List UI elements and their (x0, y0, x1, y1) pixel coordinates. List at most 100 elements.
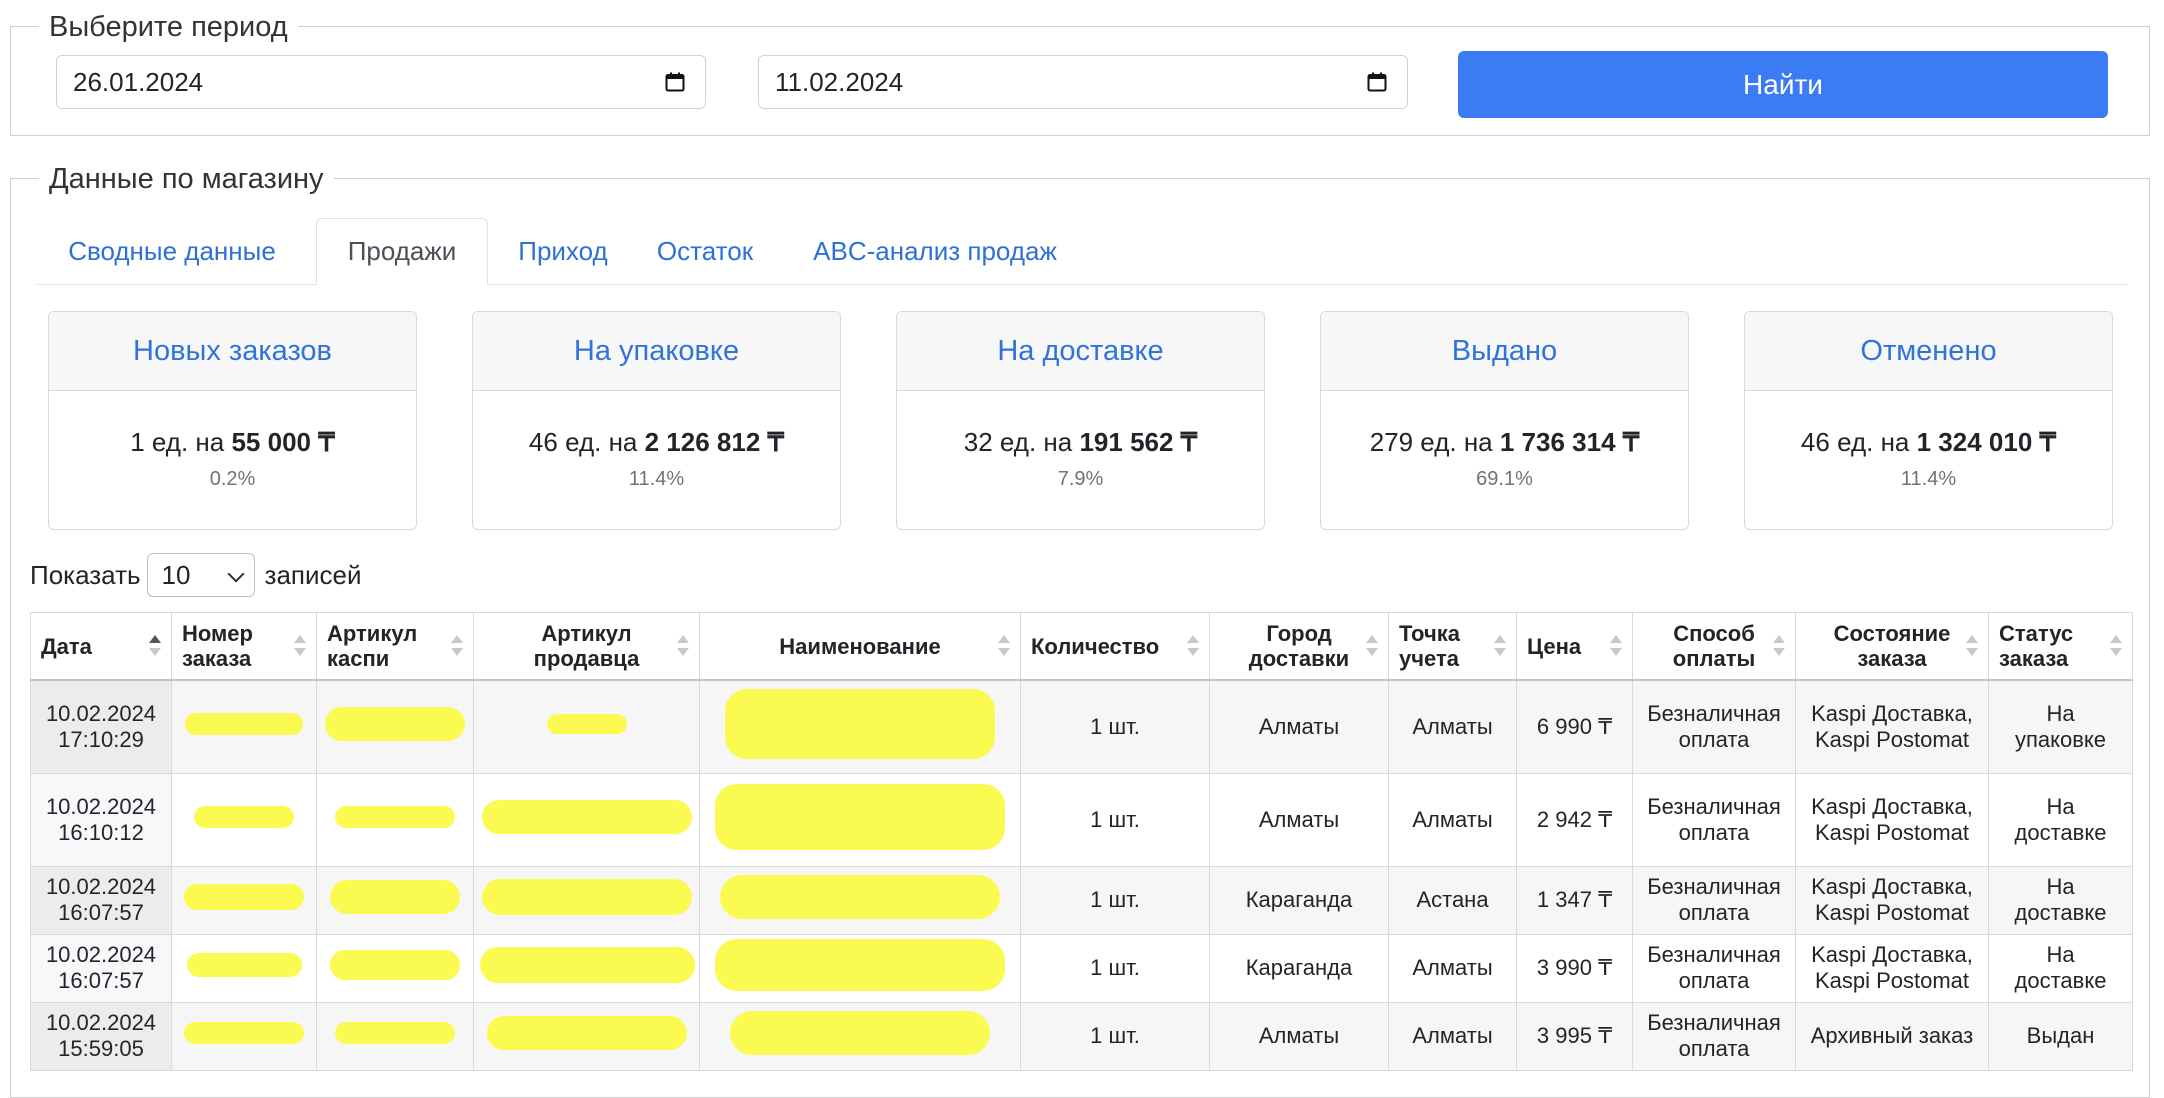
card-qty: 46 ед. на (528, 427, 645, 457)
redacted-mask (720, 875, 1000, 919)
card-amount: 2 126 812 ₸ (644, 427, 785, 457)
date-to-input[interactable]: 11.02.2024 (758, 55, 1408, 109)
redacted-mask (715, 783, 1005, 850)
cell-kaspi-sku (316, 865, 474, 935)
cell-order-number (171, 933, 317, 1003)
tab-abc-analysis[interactable]: ABC-анализ продаж (785, 218, 1085, 284)
card-title: Новых заказов (49, 312, 416, 391)
cell-quantity: 1 шт. (1020, 865, 1210, 935)
cell-delivery-city: Караганда (1209, 865, 1389, 935)
card-title: Отменено (1745, 312, 2112, 391)
redacted-mask (330, 880, 460, 914)
tab-stock[interactable]: Остаток (635, 218, 775, 284)
cell-quantity: 1 шт. (1020, 679, 1210, 774)
col-header-price[interactable]: Цена (1516, 612, 1633, 681)
sort-icon (677, 635, 691, 659)
redacted-mask (335, 1022, 455, 1044)
cell-price: 1 347 ₸ (1516, 865, 1633, 935)
card-amount: 191 562 ₸ (1079, 427, 1198, 457)
col-header-order-status[interactable]: Статус заказа (1988, 612, 2133, 681)
tab-sales[interactable]: Продажи (316, 218, 488, 285)
date-from-input[interactable]: 26.01.2024 (56, 55, 706, 109)
cell-accounting-point: Алматы (1388, 933, 1517, 1003)
cell-date: 10.02.2024 16:07:57 (30, 933, 172, 1003)
cell-seller-sku (473, 772, 700, 867)
cell-order-state: Архивный заказ (1795, 1001, 1989, 1071)
table-row[interactable]: 10.02.2024 17:10:29 1 шт. Алматы Алматы 6… (30, 679, 2133, 774)
redacted-mask (185, 712, 303, 735)
redacted-mask (184, 884, 304, 910)
table-row[interactable]: 10.02.2024 16:07:57 1 шт. Караганда Астан… (30, 865, 2133, 935)
col-header-order-number[interactable]: Номер заказа (171, 612, 317, 681)
cell-seller-sku (473, 1001, 700, 1071)
cell-kaspi-sku (316, 679, 474, 774)
cell-kaspi-sku (316, 933, 474, 1003)
redacted-mask (325, 706, 465, 741)
calendar-icon[interactable] (1367, 72, 1387, 92)
card-qty: 32 ед. на (963, 427, 1080, 457)
table-row[interactable]: 10.02.2024 16:07:57 1 шт. Караганда Алмат… (30, 933, 2133, 1003)
col-header-payment-method[interactable]: Способ оплаты (1632, 612, 1796, 681)
chevron-down-icon (227, 565, 245, 583)
cell-date: 10.02.2024 15:59:05 (30, 1001, 172, 1071)
cell-seller-sku (473, 679, 700, 774)
sort-icon (451, 635, 465, 659)
sort-icon (1187, 635, 1201, 659)
cell-order-status: На доставке (1988, 772, 2133, 867)
sort-icon (1966, 635, 1980, 659)
col-header-delivery-city[interactable]: Город доставки (1209, 612, 1389, 681)
cell-quantity: 1 шт. (1020, 1001, 1210, 1071)
calendar-icon[interactable] (665, 72, 685, 92)
period-legend: Выберите период (39, 9, 298, 45)
sort-icon (1610, 635, 1624, 659)
tab-summary[interactable]: Сводные данные (37, 218, 307, 284)
col-header-kaspi-sku[interactable]: Артикул каспи (316, 612, 474, 681)
cell-date: 10.02.2024 17:10:29 (30, 679, 172, 774)
cell-product-name (699, 865, 1021, 935)
cell-payment-method: Безналичная оплата (1632, 933, 1796, 1003)
card-amount: 55 000 ₸ (231, 427, 335, 457)
card-percent: 0.2% (209, 468, 256, 490)
cell-price: 3 990 ₸ (1516, 933, 1633, 1003)
redacted-mask (330, 950, 460, 980)
card-amount: 1 324 010 ₸ (1916, 427, 2057, 457)
cell-product-name (699, 1001, 1021, 1071)
cell-order-status: Выдан (1988, 1001, 2133, 1071)
cell-order-status: На доставке (1988, 933, 2133, 1003)
cell-quantity: 1 шт. (1020, 772, 1210, 867)
shop-legend: Данные по магазину (39, 161, 334, 197)
col-header-name[interactable]: Наименование (699, 612, 1021, 681)
show-label: Показать (30, 559, 141, 590)
redacted-mask (480, 947, 695, 983)
card-percent: 11.4% (628, 468, 685, 490)
tab-income[interactable]: Приход (493, 218, 633, 284)
cell-seller-sku (473, 933, 700, 1003)
cell-payment-method: Безналичная оплата (1632, 679, 1796, 774)
find-button[interactable]: Найти (1458, 51, 2108, 118)
card-title: На доставке (897, 312, 1264, 391)
card-title: На упаковке (473, 312, 840, 391)
page-length-select[interactable]: 10 (146, 553, 255, 597)
page-length-control: Показать 10 записей (30, 553, 362, 597)
card-packing: На упаковке 46 ед. на 2 126 812 ₸ 11.4% (472, 311, 841, 530)
cell-payment-method: Безналичная оплата (1632, 1001, 1796, 1071)
redacted-mask (725, 688, 995, 759)
cell-date: 10.02.2024 16:07:57 (30, 865, 172, 935)
col-header-date[interactable]: Дата (30, 612, 172, 681)
period-panel: Выберите период 26.01.2024 11.02.2024 На… (10, 9, 2150, 136)
col-header-quantity[interactable]: Количество (1020, 612, 1210, 681)
cell-delivery-city: Алматы (1209, 679, 1389, 774)
cell-accounting-point: Алматы (1388, 772, 1517, 867)
table-row[interactable]: 10.02.2024 16:10:12 1 шт. Алматы Алматы 2… (30, 772, 2133, 867)
redacted-mask (715, 939, 1005, 991)
table-row[interactable]: 10.02.2024 15:59:05 1 шт. Алматы Алматы 3… (30, 1001, 2133, 1071)
col-header-order-state[interactable]: Состояние заказа (1795, 612, 1989, 681)
cell-product-name (699, 772, 1021, 867)
redacted-mask (486, 1016, 687, 1050)
tab-bar: Сводные данные Продажи Приход Остаток AB… (37, 218, 2127, 285)
col-header-accounting-point[interactable]: Точка учета (1388, 612, 1517, 681)
sort-icon (998, 635, 1012, 659)
redacted-mask (335, 805, 455, 828)
cell-price: 6 990 ₸ (1516, 679, 1633, 774)
col-header-seller-sku[interactable]: Артикул продавца (473, 612, 700, 681)
